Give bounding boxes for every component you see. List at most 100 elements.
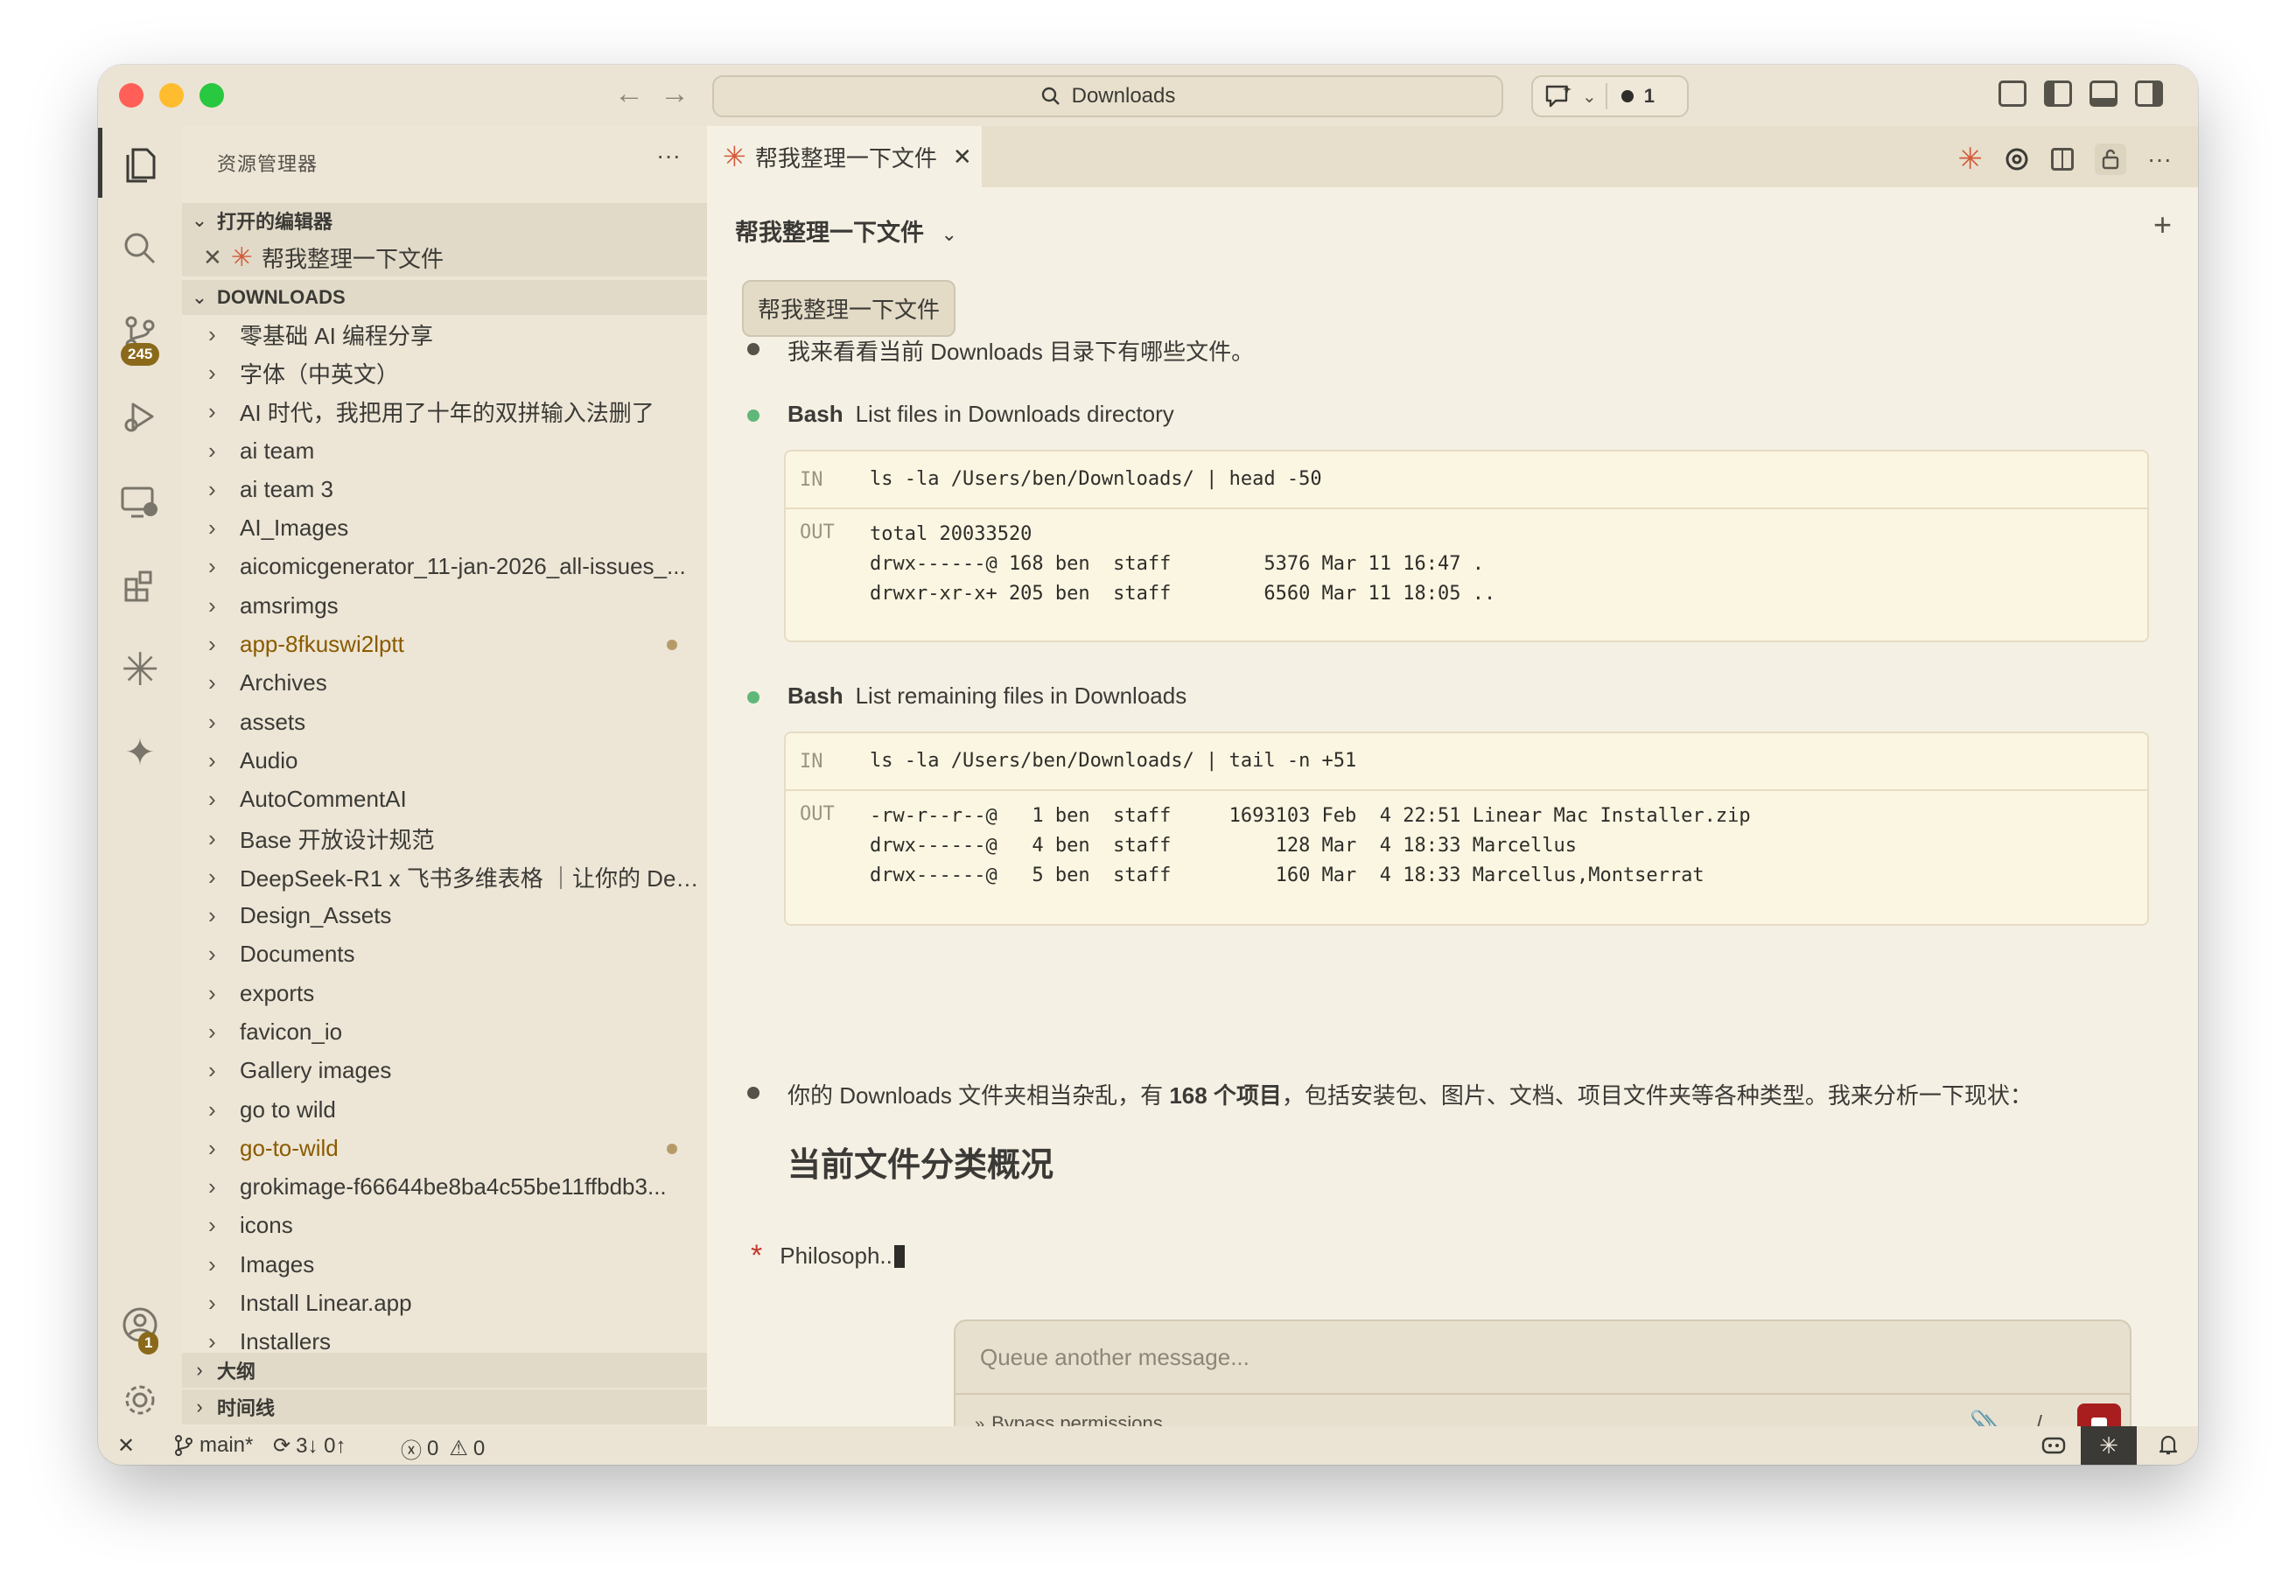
divider xyxy=(956,1393,2130,1395)
toggle-primary-sidebar-icon[interactable] xyxy=(2044,80,2072,107)
tree-item[interactable]: › favicon_io xyxy=(182,1012,707,1051)
close-icon[interactable]: ✕ xyxy=(953,144,972,171)
more-actions-icon[interactable]: ··· xyxy=(656,142,681,170)
close-window-button[interactable] xyxy=(119,83,144,108)
minimize-window-button[interactable] xyxy=(159,83,184,108)
error-count: 0 xyxy=(427,1436,439,1460)
bell-icon[interactable] xyxy=(2158,1433,2179,1456)
claude-icon[interactable]: ✳ xyxy=(1958,142,1984,177)
tab-chat[interactable]: ✳ 帮我整理一下文件 ✕ xyxy=(707,126,982,187)
branch-indicator[interactable]: main* xyxy=(173,1433,253,1458)
sync-counts: 3↓ 0↑ xyxy=(296,1433,346,1458)
new-session-button[interactable]: + xyxy=(2153,206,2172,243)
tool-output-box: IN ls -la /Users/ben/Downloads/ | head -… xyxy=(784,450,2149,642)
tree-item-label: aicomicgenerator_11-jan-2026_all-issues_… xyxy=(240,553,686,580)
tree-item[interactable]: › assets xyxy=(182,703,707,741)
open-editor-item[interactable]: ✕ ✳ 帮我整理一下文件 xyxy=(182,238,707,276)
chevron-right-icon: › xyxy=(196,1396,203,1418)
copilot-icon[interactable] xyxy=(2040,1433,2067,1456)
tree-item[interactable]: › AI 时代，我把用了十年的双拼输入法删了 xyxy=(182,393,707,431)
tree-item[interactable]: › go to wild xyxy=(182,1090,707,1129)
explorer-icon[interactable] xyxy=(98,128,182,198)
arrow-right-icon[interactable]: → xyxy=(660,77,690,111)
asterisk-icon: * xyxy=(751,1239,763,1272)
modified-dot-icon xyxy=(667,640,677,651)
close-icon[interactable]: ✕ xyxy=(203,244,222,271)
search-icon[interactable] xyxy=(98,214,182,284)
lock-icon[interactable] xyxy=(2095,144,2127,175)
arrow-left-icon[interactable]: ← xyxy=(614,77,644,111)
tree-item[interactable]: › Archives xyxy=(182,664,707,703)
message-heading: 当前文件分类概况 xyxy=(788,1147,1054,1184)
tree-item-label: Documents xyxy=(240,941,355,968)
more-actions-icon[interactable]: ··· xyxy=(2147,145,2172,173)
chat-sparkle-icon[interactable] xyxy=(1544,83,1573,109)
accounts-icon[interactable]: 1 xyxy=(98,1290,182,1360)
tree-item-label: 字体（中英文） xyxy=(240,360,400,388)
tree-item[interactable]: › amsrimgs xyxy=(182,586,707,625)
source-control-icon[interactable]: 245 xyxy=(98,298,182,368)
tree-item[interactable]: › 字体（中英文） xyxy=(182,354,707,392)
chat-button-group[interactable]: ⌄ 1 xyxy=(1531,75,1689,117)
tree-item[interactable]: › AutoCommentAI xyxy=(182,780,707,819)
outline-header[interactable]: › 大纲 xyxy=(182,1353,707,1388)
run-debug-icon[interactable] xyxy=(98,382,182,452)
tree-item[interactable]: › app-8fkuswi2lptt xyxy=(182,625,707,663)
tree-item[interactable]: › icons xyxy=(182,1207,707,1245)
tree-item[interactable]: › Audio xyxy=(182,741,707,780)
tree-item[interactable]: › AI_Images xyxy=(182,508,707,547)
gear-icon[interactable] xyxy=(98,1365,182,1435)
tree-item[interactable]: › Base 开放设计规范 xyxy=(182,819,707,858)
tree-item[interactable]: › Images xyxy=(182,1245,707,1284)
split-editor-icon[interactable] xyxy=(2051,148,2075,171)
tree-item-label: 零基础 AI 编程分享 xyxy=(240,322,434,349)
customize-layout-icon[interactable] xyxy=(1998,80,2026,107)
sparkle-icon[interactable]: ✦ xyxy=(98,718,182,788)
toggle-secondary-sidebar-icon[interactable] xyxy=(2135,80,2163,107)
downloads-header[interactable]: ⌄ DOWNLOADS xyxy=(182,280,707,315)
tree-item[interactable]: › go-to-wild xyxy=(182,1129,707,1167)
toggle-panel-icon[interactable] xyxy=(2090,80,2118,107)
zoom-window-button[interactable] xyxy=(200,83,224,108)
command-center-search[interactable]: Downloads xyxy=(712,75,1503,117)
tree-item-label: Base 开放设计规范 xyxy=(240,826,435,853)
chevron-right-icon: › xyxy=(208,1212,216,1239)
chevron-right-icon: › xyxy=(208,514,216,542)
tree-item[interactable]: › exports xyxy=(182,974,707,1012)
divider xyxy=(1605,83,1607,109)
chevron-down-icon[interactable]: ⌄ xyxy=(1582,86,1597,108)
tree-item[interactable]: › DeepSeek-R1 x 飞书多维表格 ｜让你的 Dee... xyxy=(182,858,707,896)
remote-explorer-icon[interactable] xyxy=(98,467,182,537)
chevron-right-icon: › xyxy=(208,1018,216,1045)
tool-output: -rw-r--r--@ 1 ben staff 1693103 Feb 4 22… xyxy=(870,805,1751,886)
tree-item[interactable]: › Install Linear.app xyxy=(182,1284,707,1322)
openai-icon[interactable] xyxy=(2004,146,2030,172)
open-editors-header[interactable]: ⌄ 打开的编辑器 xyxy=(182,203,707,238)
tree-item[interactable]: › grokimage-f66644be8ba4c55be11ffbdb3... xyxy=(182,1168,707,1207)
tool-call-header[interactable]: Bash List files in Downloads directory xyxy=(788,401,1174,428)
problems-indicator[interactable]: ⓧ 0 ⚠ 0 xyxy=(401,1433,485,1464)
remote-indicator-icon[interactable]: ✕ xyxy=(117,1433,135,1459)
tree-item[interactable]: › ai team xyxy=(182,431,707,470)
tool-command: ls -la /Users/ben/Downloads/ | tail -n +… xyxy=(870,750,1357,772)
claude-icon: ✳ xyxy=(723,141,746,172)
timeline-header[interactable]: › 时间线 xyxy=(182,1390,707,1424)
tree-item[interactable]: › Documents xyxy=(182,935,707,974)
claude-icon[interactable]: ✳ xyxy=(98,635,182,705)
tree-item-label: AI 时代，我把用了十年的双拼输入法删了 xyxy=(240,400,654,427)
sync-indicator[interactable]: ⟳ 3↓ 0↑ xyxy=(273,1433,346,1459)
claude-status-icon[interactable]: ✳ xyxy=(2081,1426,2137,1465)
tree-item[interactable]: › aicomicgenerator_11-jan-2026_all-issues… xyxy=(182,548,707,586)
tree-item[interactable]: › Gallery images xyxy=(182,1052,707,1090)
session-title-dropdown[interactable]: 帮我整理一下文件 ⌄ xyxy=(735,214,957,248)
chat-count: 1 xyxy=(1643,85,1656,107)
tree-item[interactable]: › Design_Assets xyxy=(182,896,707,934)
tool-output-box: IN ls -la /Users/ben/Downloads/ | tail -… xyxy=(784,732,2149,926)
tree-item[interactable]: › ai team 3 xyxy=(182,470,707,508)
tree-item[interactable]: › 零基础 AI 编程分享 xyxy=(182,315,707,354)
extensions-icon[interactable] xyxy=(98,551,182,621)
chevron-right-icon: › xyxy=(208,979,216,1006)
chevron-right-icon: › xyxy=(208,669,216,696)
tool-call-header[interactable]: Bash List remaining files in Downloads xyxy=(788,682,1186,710)
message-input[interactable]: Queue another message... xyxy=(980,1344,1250,1371)
